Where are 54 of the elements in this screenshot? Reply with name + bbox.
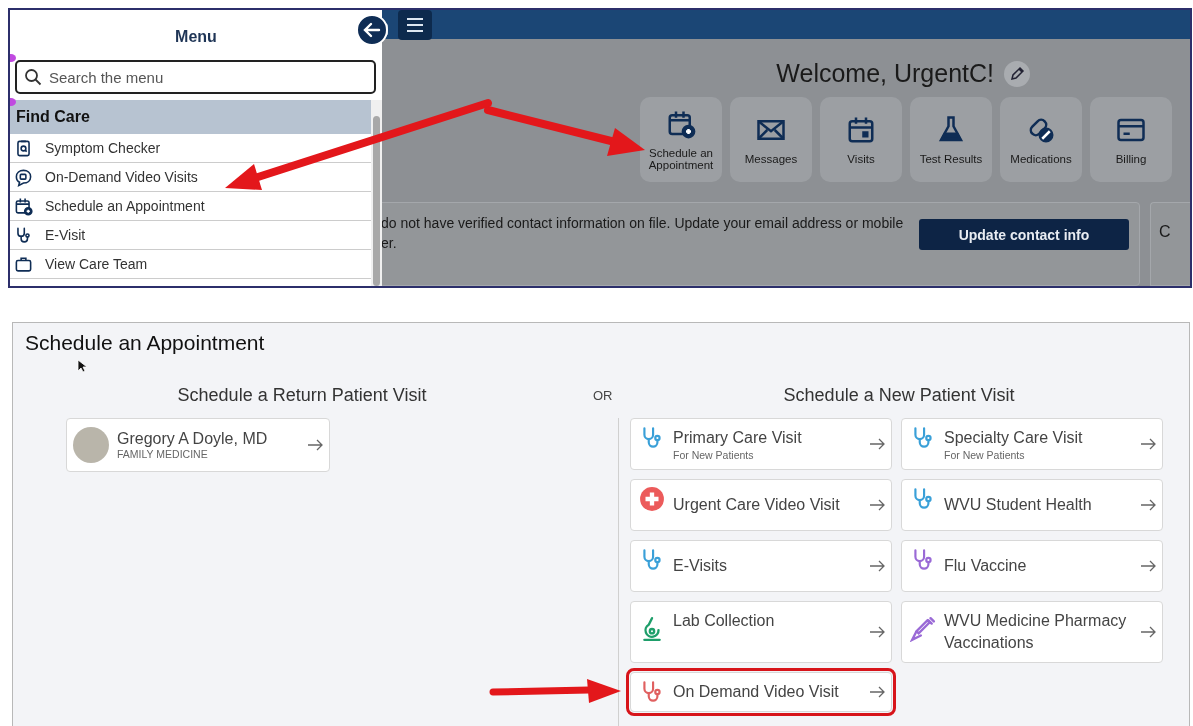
arrow-right-icon <box>869 438 885 450</box>
card-heading: C <box>1159 223 1171 240</box>
avatar-circle <box>73 427 109 463</box>
provider-card[interactable]: Gregory A Doyle, MD FAMILY MEDICINE <box>66 418 330 472</box>
search-icon <box>24 68 42 86</box>
edit-button[interactable] <box>1004 60 1030 87</box>
section-heading: Schedule a Return Patient Visit <box>176 385 428 406</box>
shortcut-tile[interactable]: Billing <box>1090 97 1172 182</box>
visit-option-card[interactable]: WVU Medicine Pharmacy Vaccinations <box>901 601 1163 663</box>
menu-section-header: Find Care <box>10 100 371 134</box>
scrollbar[interactable] <box>371 100 382 286</box>
menu-item[interactable]: E-Visit <box>10 221 371 250</box>
or-separator: OR <box>593 388 614 405</box>
welcome-heading: Welcome, UrgentC! <box>776 59 994 88</box>
arrow-right-icon <box>1140 560 1156 572</box>
visit-option-card[interactable]: Primary Care Visit For New Patients <box>630 418 892 470</box>
alert-text: do not have verified contact information on file. Update your email address or mobile <box>381 214 904 233</box>
shortcut-tile[interactable]: Test Results <box>910 97 992 182</box>
menu-button[interactable] <box>398 10 432 40</box>
visit-option-card[interactable]: Specialty Care Visit For New Patients <box>901 418 1163 470</box>
search-field[interactable]: Search the menu <box>15 60 376 94</box>
visit-option-card[interactable]: WVU Student Health <box>901 479 1163 531</box>
arrow-right-icon <box>869 499 885 511</box>
section-heading: Schedule a New Patient Visit <box>782 385 1016 406</box>
mouse-cursor-icon <box>77 359 87 373</box>
arrow-right-icon <box>869 560 885 572</box>
visit-option-card[interactable]: Lab Collection <box>630 601 892 663</box>
page-title: Schedule an Appointment <box>25 331 266 355</box>
stethoscope-icon <box>14 225 33 245</box>
calendar-plus-icon <box>14 196 33 216</box>
arrow-right-icon <box>869 686 885 698</box>
arrow-right-icon <box>1140 499 1156 511</box>
clipboard-search-icon <box>14 138 33 158</box>
menu-item[interactable]: Symptom Checker <box>10 134 371 163</box>
briefcase-icon <box>14 254 33 274</box>
menu-item[interactable]: View Care Team <box>10 250 371 279</box>
pencil-icon <box>1009 65 1025 82</box>
chat-bubble-icon <box>14 167 33 187</box>
menu-title: Menu <box>175 28 217 46</box>
menu-item[interactable]: Schedule an Appointment <box>10 192 371 221</box>
shortcut-tile[interactable]: Visits <box>820 97 902 182</box>
visit-option-card[interactable]: Urgent Care Video Visit <box>630 479 892 531</box>
shortcut-tile[interactable]: Medications <box>1000 97 1082 182</box>
arrow-right-icon <box>307 439 323 451</box>
menu-icon <box>406 16 424 33</box>
visit-option-card[interactable]: E-Visits <box>630 540 892 592</box>
arrow-right-icon <box>1140 626 1156 638</box>
arrow-right-icon <box>1140 438 1156 450</box>
shortcut-tile[interactable]: Schedule an Appointment <box>640 97 722 182</box>
shortcut-tile[interactable]: Messages <box>730 97 812 182</box>
visit-option-card[interactable]: Flu Vaccine <box>901 540 1163 592</box>
alert-text: er. <box>381 234 398 253</box>
update-contact-button[interactable]: Update contact info <box>919 219 1129 250</box>
arrow-right-icon <box>869 626 885 638</box>
